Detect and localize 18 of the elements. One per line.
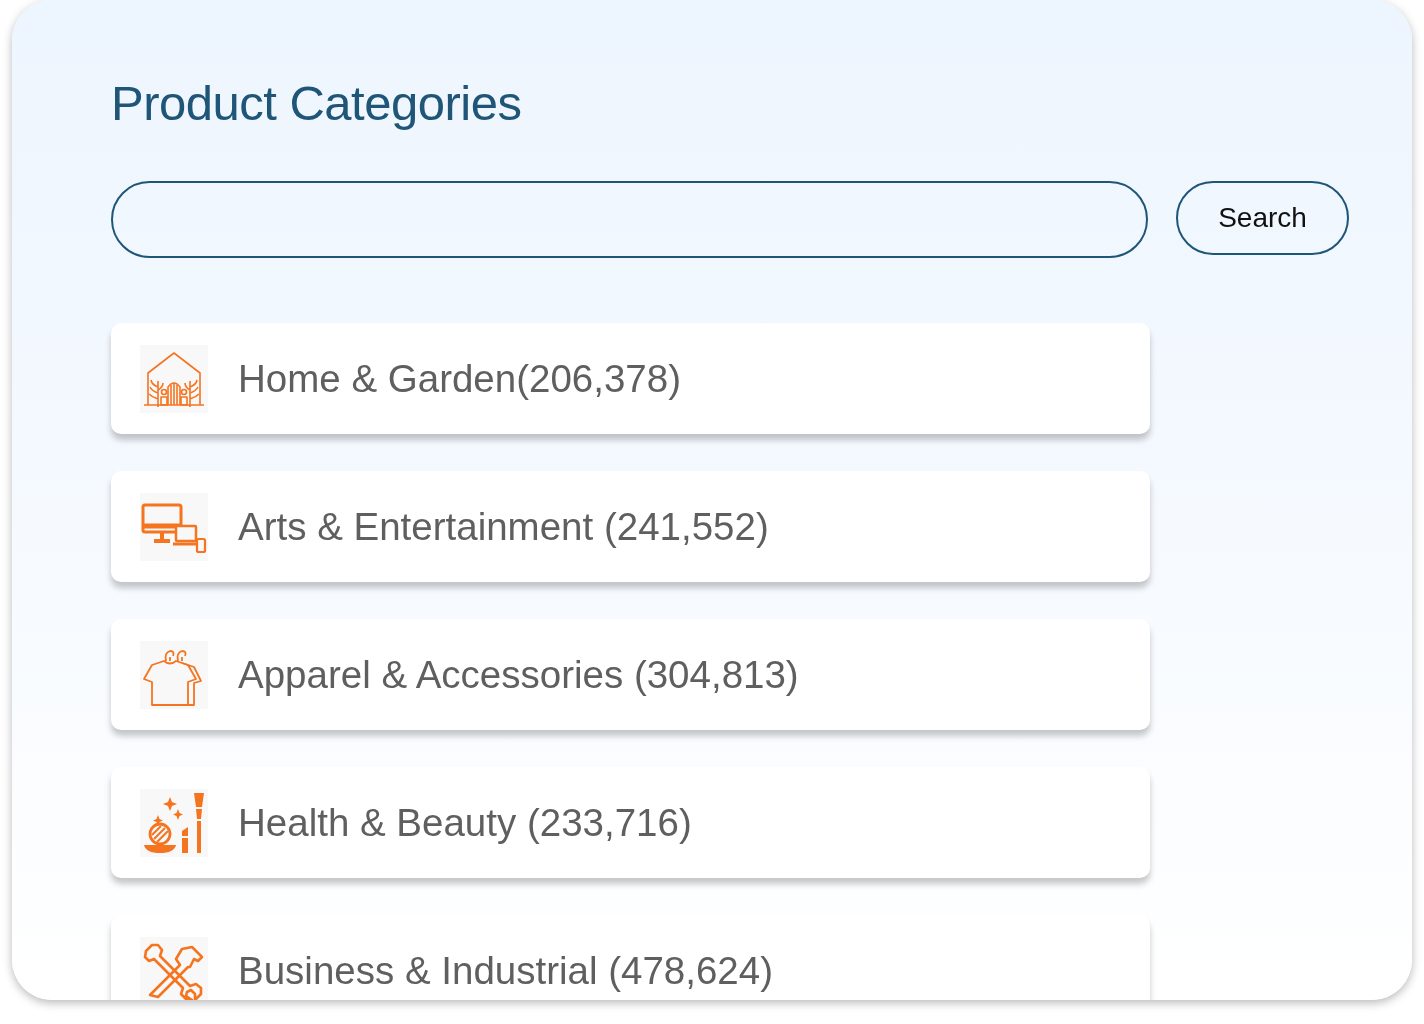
search-button[interactable]: Search [1176,181,1349,255]
category-card[interactable]: Arts & Entertainment (241,552) [111,471,1150,582]
devices-icon [140,492,208,561]
category-label: Business & Industrial (478,624) [238,948,773,993]
page-title: Product Categories [111,75,523,132]
shirts-icon [140,640,208,709]
category-card[interactable]: Apparel & Accessories (304,813) [111,619,1150,730]
category-label: Health & Beauty (233,716) [238,800,692,845]
category-label: Apparel & Accessories (304,813) [238,652,799,697]
category-label: Home & Garden(206,378) [238,356,681,401]
category-card[interactable]: Business & Industrial (478,624) [111,915,1150,1000]
category-card[interactable]: Home & Garden(206,378) [111,323,1150,434]
category-card[interactable]: Health & Beauty (233,716) [111,767,1150,878]
makeup-icon [140,788,208,857]
house-plants-icon [140,344,208,413]
search-field[interactable] [111,181,1148,258]
tools-icon [140,936,208,1000]
category-label: Arts & Entertainment (241,552) [238,504,769,549]
